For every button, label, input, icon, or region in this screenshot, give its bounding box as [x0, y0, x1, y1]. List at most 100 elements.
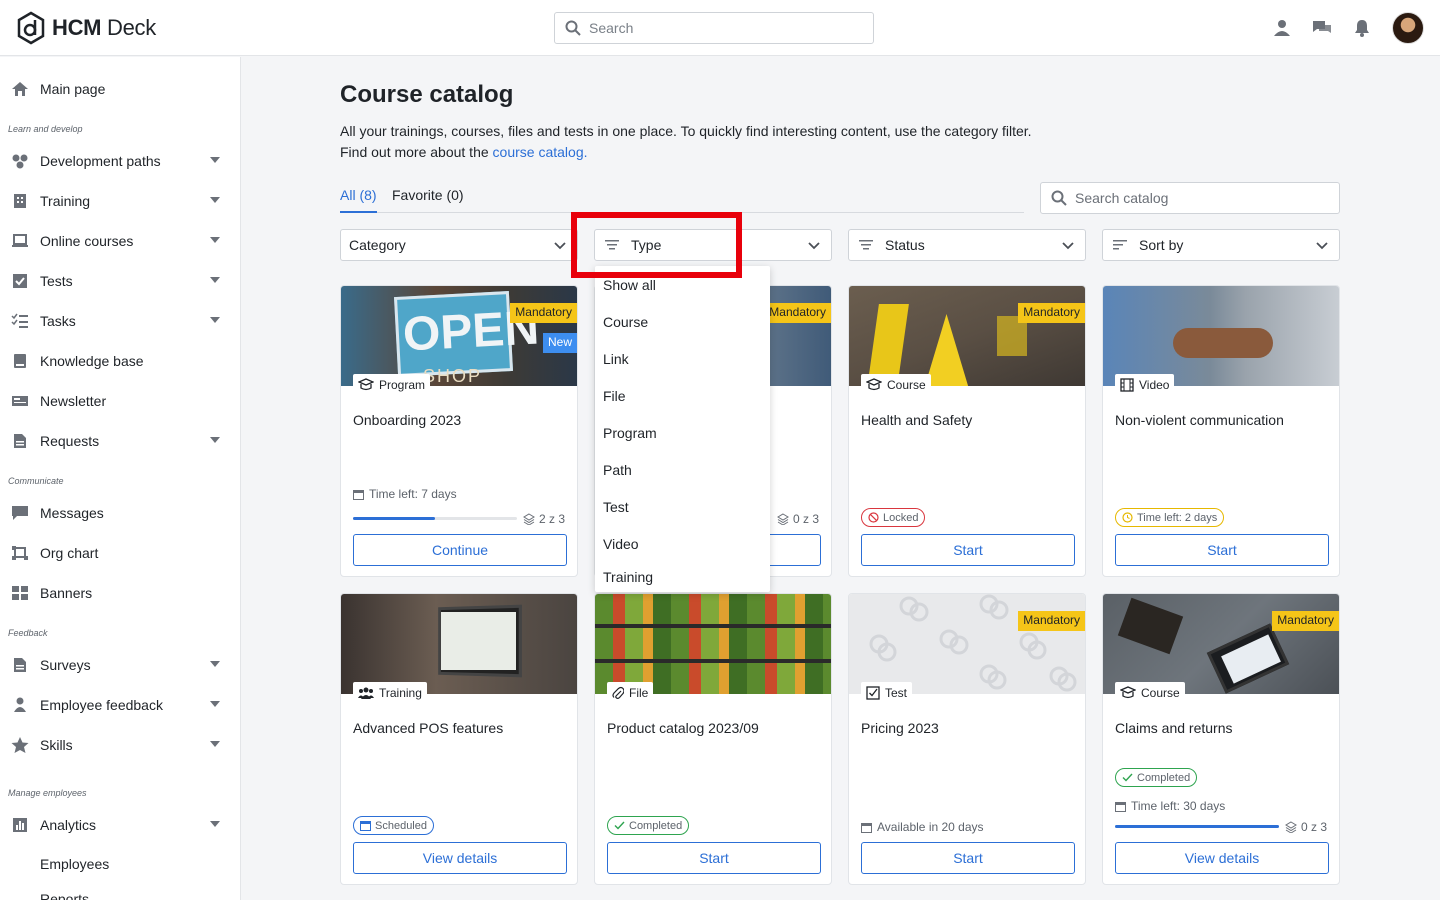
- sidebar-item-requests[interactable]: Requests: [0, 421, 240, 461]
- card-title: Health and Safety: [861, 412, 973, 428]
- catalog-tabs: All (8) Favorite (0): [340, 183, 1024, 213]
- content-type-badge: Training: [353, 682, 427, 704]
- course-card-health-safety[interactable]: Mandatory Course Health and Safety Locke…: [848, 285, 1086, 577]
- start-button[interactable]: Start: [607, 842, 821, 874]
- content-type-badge: Test: [861, 682, 913, 704]
- sidebar-item-banners[interactable]: Banners: [0, 573, 240, 613]
- status-badge: Completed: [607, 816, 690, 835]
- start-button[interactable]: Start: [1115, 534, 1329, 566]
- time-left-label: Time left: 30 days: [1115, 799, 1225, 813]
- category-filter[interactable]: Category: [340, 229, 578, 261]
- content-type-badge: Course: [861, 374, 931, 396]
- page-intro: All your trainings, courses, files and t…: [340, 123, 1032, 160]
- progress-count: 0 z 3: [1285, 820, 1327, 834]
- course-card-onboarding[interactable]: OPEN SHOP Mandatory New Program Onboardi…: [340, 285, 578, 577]
- user-icon[interactable]: [1272, 18, 1292, 38]
- star-icon: [11, 736, 29, 754]
- sidebar-item-reports[interactable]: Reports: [0, 879, 240, 900]
- survey-icon: [11, 656, 29, 674]
- logo-icon: [17, 11, 45, 45]
- progress-bar: [1115, 825, 1279, 828]
- status-filter[interactable]: Status: [848, 229, 1086, 261]
- chevron-down-icon: [210, 437, 220, 443]
- avatar[interactable]: [1392, 12, 1424, 44]
- sidebar-item-main-page[interactable]: Main page: [0, 69, 240, 109]
- sidebar-item-newsletter[interactable]: Newsletter: [0, 381, 240, 421]
- sidebar-item-employees[interactable]: Employees: [0, 844, 240, 884]
- tab-all[interactable]: All (8): [340, 187, 377, 213]
- newsletter-icon: [11, 392, 29, 410]
- type-option-course[interactable]: Course: [603, 314, 648, 330]
- start-button[interactable]: Start: [861, 534, 1075, 566]
- sidebar-item-surveys[interactable]: Surveys: [0, 645, 240, 685]
- chevron-down-icon: [554, 242, 566, 250]
- bell-icon[interactable]: [1352, 18, 1372, 38]
- type-option-path[interactable]: Path: [603, 462, 632, 478]
- banners-icon: [11, 584, 29, 602]
- top-bar: HCM Deck Search: [0, 0, 1440, 56]
- start-button[interactable]: Start: [861, 842, 1075, 874]
- sidebar-item-development-paths[interactable]: Development paths: [0, 141, 240, 181]
- course-card-claims-returns[interactable]: Mandatory Course Claims and returns Comp…: [1102, 593, 1340, 885]
- layers-icon: [523, 513, 535, 525]
- test-icon: [866, 686, 880, 700]
- sort-by-filter[interactable]: Sort by: [1102, 229, 1340, 261]
- status-badge: Completed: [1115, 768, 1198, 787]
- training-icon: [11, 192, 29, 210]
- tasks-icon: [11, 312, 29, 330]
- type-option-video[interactable]: Video: [603, 536, 639, 552]
- view-details-button[interactable]: View details: [1115, 842, 1329, 874]
- type-option-link[interactable]: Link: [603, 351, 629, 367]
- chat-icon: [11, 504, 29, 522]
- type-option-training[interactable]: Training: [603, 569, 653, 585]
- course-card-product-catalog[interactable]: File Product catalog 2023/09 Completed S…: [594, 593, 832, 885]
- sidebar-item-knowledge-base[interactable]: Knowledge base: [0, 341, 240, 381]
- chevron-down-icon: [210, 157, 220, 163]
- content-type-badge: Video: [1115, 374, 1175, 396]
- layers-icon: [777, 513, 789, 525]
- type-option-test[interactable]: Test: [603, 499, 629, 515]
- chevron-down-icon: [1062, 242, 1074, 250]
- course-card-advanced-pos[interactable]: Training Advanced POS features Scheduled…: [340, 593, 578, 885]
- mandatory-badge: Mandatory: [1272, 611, 1339, 631]
- global-search-input[interactable]: Search: [554, 12, 874, 44]
- course-catalog-link[interactable]: course catalog.: [493, 144, 588, 160]
- type-option-show-all[interactable]: Show all: [603, 277, 656, 293]
- type-option-file[interactable]: File: [603, 388, 626, 404]
- sidebar-item-tasks[interactable]: Tasks: [0, 301, 240, 341]
- mandatory-badge: Mandatory: [1018, 611, 1085, 631]
- page-title: Course catalog: [340, 81, 514, 108]
- progress-count: 0 z 3: [777, 512, 819, 526]
- content-type-badge: Course: [1115, 682, 1185, 704]
- app-logo[interactable]: HCM Deck: [16, 11, 156, 45]
- sidebar-item-skills[interactable]: Skills: [0, 725, 240, 765]
- sidebar-item-employee-feedback[interactable]: Employee feedback: [0, 685, 240, 725]
- card-thumbnail: [1103, 286, 1339, 386]
- search-icon: [565, 20, 581, 36]
- course-card-pricing[interactable]: Mandatory Test Pricing 2023 Available in…: [848, 593, 1086, 885]
- sidebar-item-tests[interactable]: Tests: [0, 261, 240, 301]
- continue-button[interactable]: Continue: [353, 534, 567, 566]
- sidebar-item-online-courses[interactable]: Online courses: [0, 221, 240, 261]
- course-icon: [1120, 686, 1136, 699]
- card-title: Product catalog 2023/09: [607, 720, 759, 736]
- tab-favorite[interactable]: Favorite (0): [392, 187, 464, 203]
- sidebar-item-training[interactable]: Training: [0, 181, 240, 221]
- sidebar-item-org-chart[interactable]: Org chart: [0, 533, 240, 573]
- course-card-nonviolent-communication[interactable]: Video Non-violent communication Time lef…: [1102, 285, 1340, 577]
- book-icon: [11, 352, 29, 370]
- filter-icon: [859, 240, 875, 250]
- chat-icon[interactable]: [1312, 18, 1332, 38]
- calendar-icon: [353, 489, 364, 500]
- blocked-icon: [868, 512, 879, 523]
- catalog-search-input[interactable]: Search catalog: [1040, 182, 1340, 214]
- view-details-button[interactable]: View details: [353, 842, 567, 874]
- group-icon: [358, 687, 374, 699]
- mandatory-badge: Mandatory: [510, 303, 577, 323]
- search-icon: [1051, 190, 1067, 206]
- clock-icon: [1122, 512, 1133, 523]
- paths-icon: [11, 152, 29, 170]
- sidebar-item-messages[interactable]: Messages: [0, 493, 240, 533]
- sidebar-item-analytics[interactable]: Analytics: [0, 805, 240, 845]
- type-option-program[interactable]: Program: [603, 425, 657, 441]
